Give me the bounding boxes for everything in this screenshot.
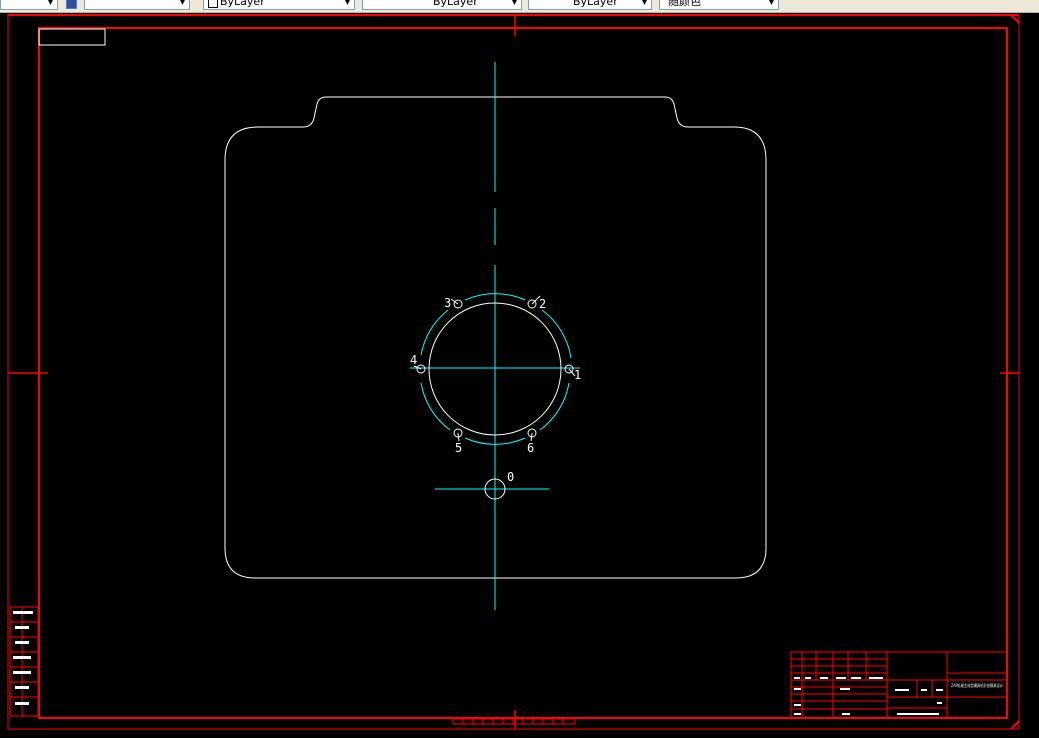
dimstyle-combo[interactable]: ▼ [0,0,58,10]
drawing-canvas[interactable]: 1 2 3 4 5 6 0 ZAP轧辊主成型模具钻孔钻模具设计 [0,12,1039,738]
dropdown-arrow-icon[interactable]: ▼ [341,0,354,9]
lineweight-value: ByLayer [573,0,618,8]
plotstyle-combo[interactable]: 随颜色 ▼ [659,0,779,10]
hole-label-6: 6 [527,441,534,455]
color-swatch-icon [208,0,218,8]
plotstyle-value: 随颜色 [668,0,701,8]
layer-manager-icon[interactable] [66,0,77,9]
hole-label-5: 5 [455,441,462,455]
center-label: 0 [507,470,514,484]
corner-mark [1010,14,1020,24]
dropdown-arrow-icon[interactable]: ▼ [508,0,521,9]
hole-label-3: 3 [444,296,451,310]
bottom-scale-marks [452,718,576,725]
outer-border [7,14,1020,730]
dropdown-arrow-icon[interactable]: ▼ [176,0,189,9]
corner-mark [1010,720,1020,730]
dropdown-arrow-icon[interactable]: ▼ [638,0,651,9]
drawing-title: ZAP轧辊主成型模具钻孔钻模具设计 [951,682,1003,688]
drawing-number-box [38,28,106,46]
left-revision-table-text [13,611,33,705]
left-revision-table [9,606,39,717]
hole-label-1: 1 [574,368,581,382]
bolt-circle [420,293,572,445]
linetype-combo[interactable]: ByLayer ▼ [362,0,522,10]
linetype-value: ByLayer [433,0,478,8]
color-value: ByLayer [220,0,265,8]
cad-application: ▼ ▼ ByLayer ▼ ByLayer ▼ ByLayer ▼ 随颜色 ▼ [0,0,1039,738]
layer-combo[interactable]: ▼ [84,0,190,10]
dropdown-arrow-icon[interactable]: ▼ [765,0,778,9]
color-combo[interactable]: ByLayer ▼ [203,0,355,10]
inner-border [38,27,1008,719]
hole-label-4: 4 [410,353,417,367]
hole-label-2: 2 [539,297,546,311]
drawing-svg: 1 2 3 4 5 6 0 ZAP轧辊主成型模具钻孔钻模具设计 [7,14,1020,730]
dropdown-arrow-icon[interactable]: ▼ [44,0,57,9]
drawing-frame [7,14,1020,730]
lineweight-combo[interactable]: ByLayer ▼ [528,0,652,10]
